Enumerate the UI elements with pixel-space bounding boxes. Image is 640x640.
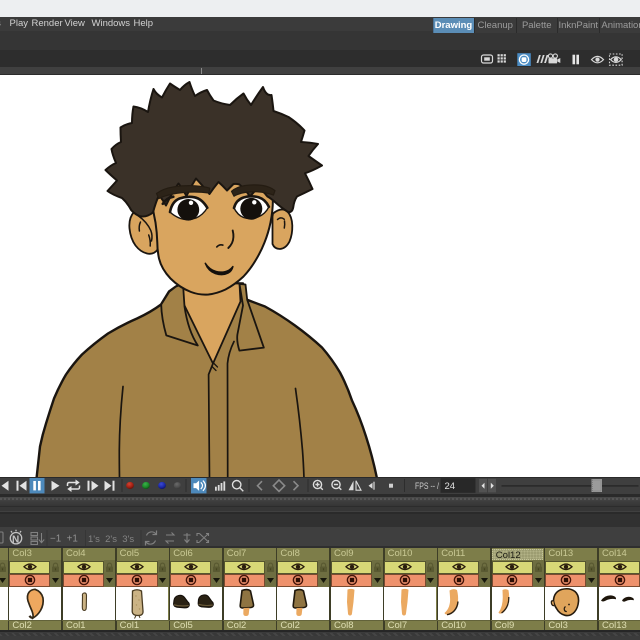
svg-text:N: N [12, 534, 19, 545]
svg-text:24: 24 [445, 480, 456, 491]
svg-text:1's 2's 3's: 1's 2's 3's [88, 533, 134, 544]
svg-text:FPS -- /: FPS -- / [415, 480, 439, 490]
svg-text:−1 +1: −1 +1 [50, 533, 78, 544]
